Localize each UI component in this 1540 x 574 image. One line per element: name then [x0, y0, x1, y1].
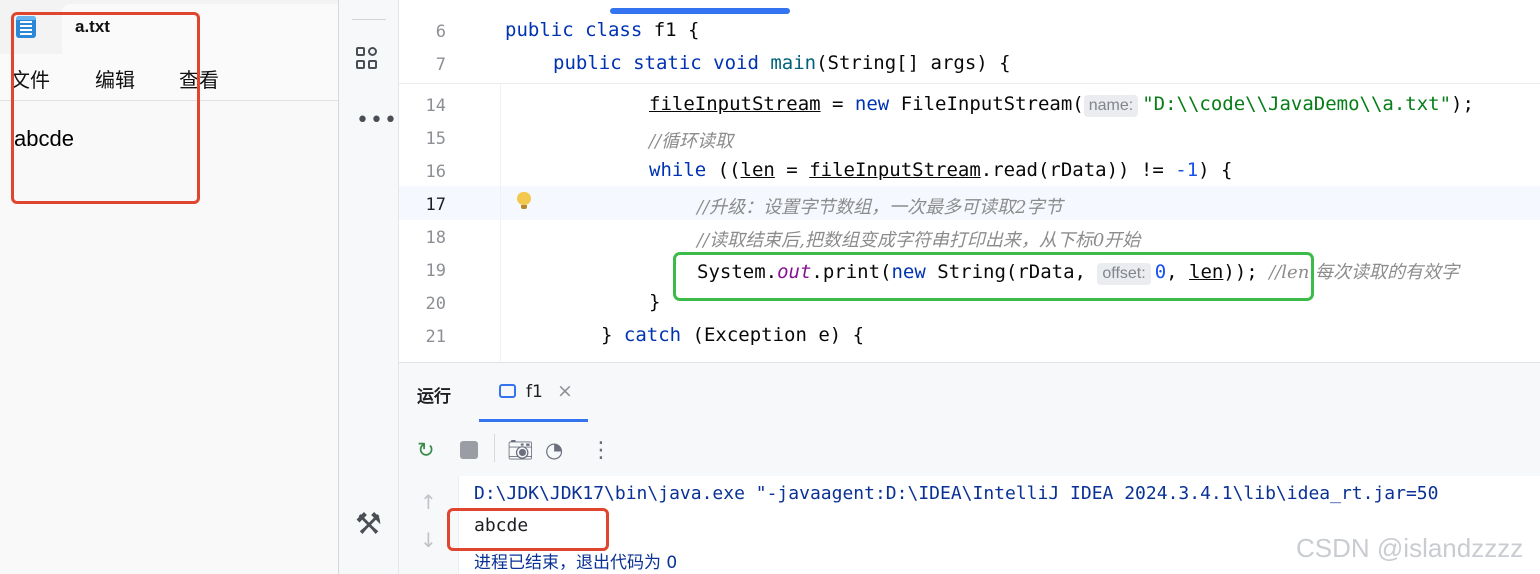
code-line-7[interactable]: public static void main(String[] args) {: [553, 52, 1011, 74]
rerun-icon[interactable]: ↻: [417, 438, 435, 462]
code-line-6[interactable]: public class f1 {: [505, 19, 699, 41]
run-tab-underline: [479, 419, 588, 422]
camera-icon[interactable]: 📷︎: [507, 438, 534, 463]
line-number: 14: [425, 96, 446, 116]
line-number: 7: [435, 55, 446, 75]
gutter-divider: [500, 84, 501, 362]
line-number-current: 17: [425, 195, 446, 215]
line-number: 18: [425, 228, 446, 248]
intention-bulb-icon[interactable]: [517, 192, 531, 210]
code-line-20[interactable]: }: [649, 291, 660, 313]
toolbar-separator: [494, 434, 495, 462]
profiler-gauge-icon[interactable]: ◔: [545, 438, 563, 462]
param-hint-name: name:: [1083, 95, 1139, 117]
code-line-18[interactable]: //读取结束后,把数组变成字符串打印出来，从下标0开始: [697, 226, 1140, 252]
run-tab-label[interactable]: f1: [526, 382, 543, 402]
code-line-21[interactable]: } catch (Exception e) {: [601, 324, 864, 346]
line-number: 19: [425, 261, 446, 281]
ide-tool-strip: [338, 0, 399, 574]
more-tools-icon[interactable]: •••: [356, 108, 398, 133]
code-line-17[interactable]: //升级：设置字节数组，一次最多可读取2字节: [697, 193, 1063, 219]
line-number: 21: [425, 327, 446, 347]
line-number: 16: [425, 162, 446, 182]
watermark: CSDN @islandzzzz: [1296, 533, 1524, 563]
annotation-red-box-notepad: [11, 12, 200, 204]
editor-scroll-indicator[interactable]: [610, 8, 790, 14]
strip-divider: [352, 19, 386, 20]
code-line-15[interactable]: //循环读取: [649, 127, 733, 153]
annotation-red-box-output: [447, 508, 609, 551]
screenshot-root: a.txt 文件 编辑 查看 abcde ••• ⚒ 6 7 14 15 16 …: [0, 0, 1540, 574]
code-line-14[interactable]: fileInputStream = new FileInputStream(na…: [649, 93, 1474, 117]
close-tab-icon[interactable]: ×: [557, 380, 573, 402]
console-exit-message: 进程已结束，退出代码为 0: [474, 553, 678, 573]
line-number: 6: [435, 22, 446, 42]
scroll-down-icon[interactable]: ↓: [420, 528, 437, 552]
stop-icon[interactable]: [460, 441, 478, 459]
console-command-line: D:\JDK\JDK17\bin\java.exe "-javaagent:D:…: [474, 483, 1439, 504]
code-line-16[interactable]: while ((len = fileInputStream.read(rData…: [649, 159, 1232, 181]
build-hammer-icon[interactable]: ⚒: [355, 507, 382, 542]
run-config-icon[interactable]: [499, 384, 516, 398]
run-panel-title: 运行: [417, 387, 451, 407]
annotation-green-box-print: [673, 252, 1314, 301]
scroll-up-icon[interactable]: ↑: [420, 490, 437, 514]
line-number: 20: [425, 294, 446, 314]
more-options-icon[interactable]: ⋮: [590, 438, 612, 463]
line-number: 15: [425, 129, 446, 149]
